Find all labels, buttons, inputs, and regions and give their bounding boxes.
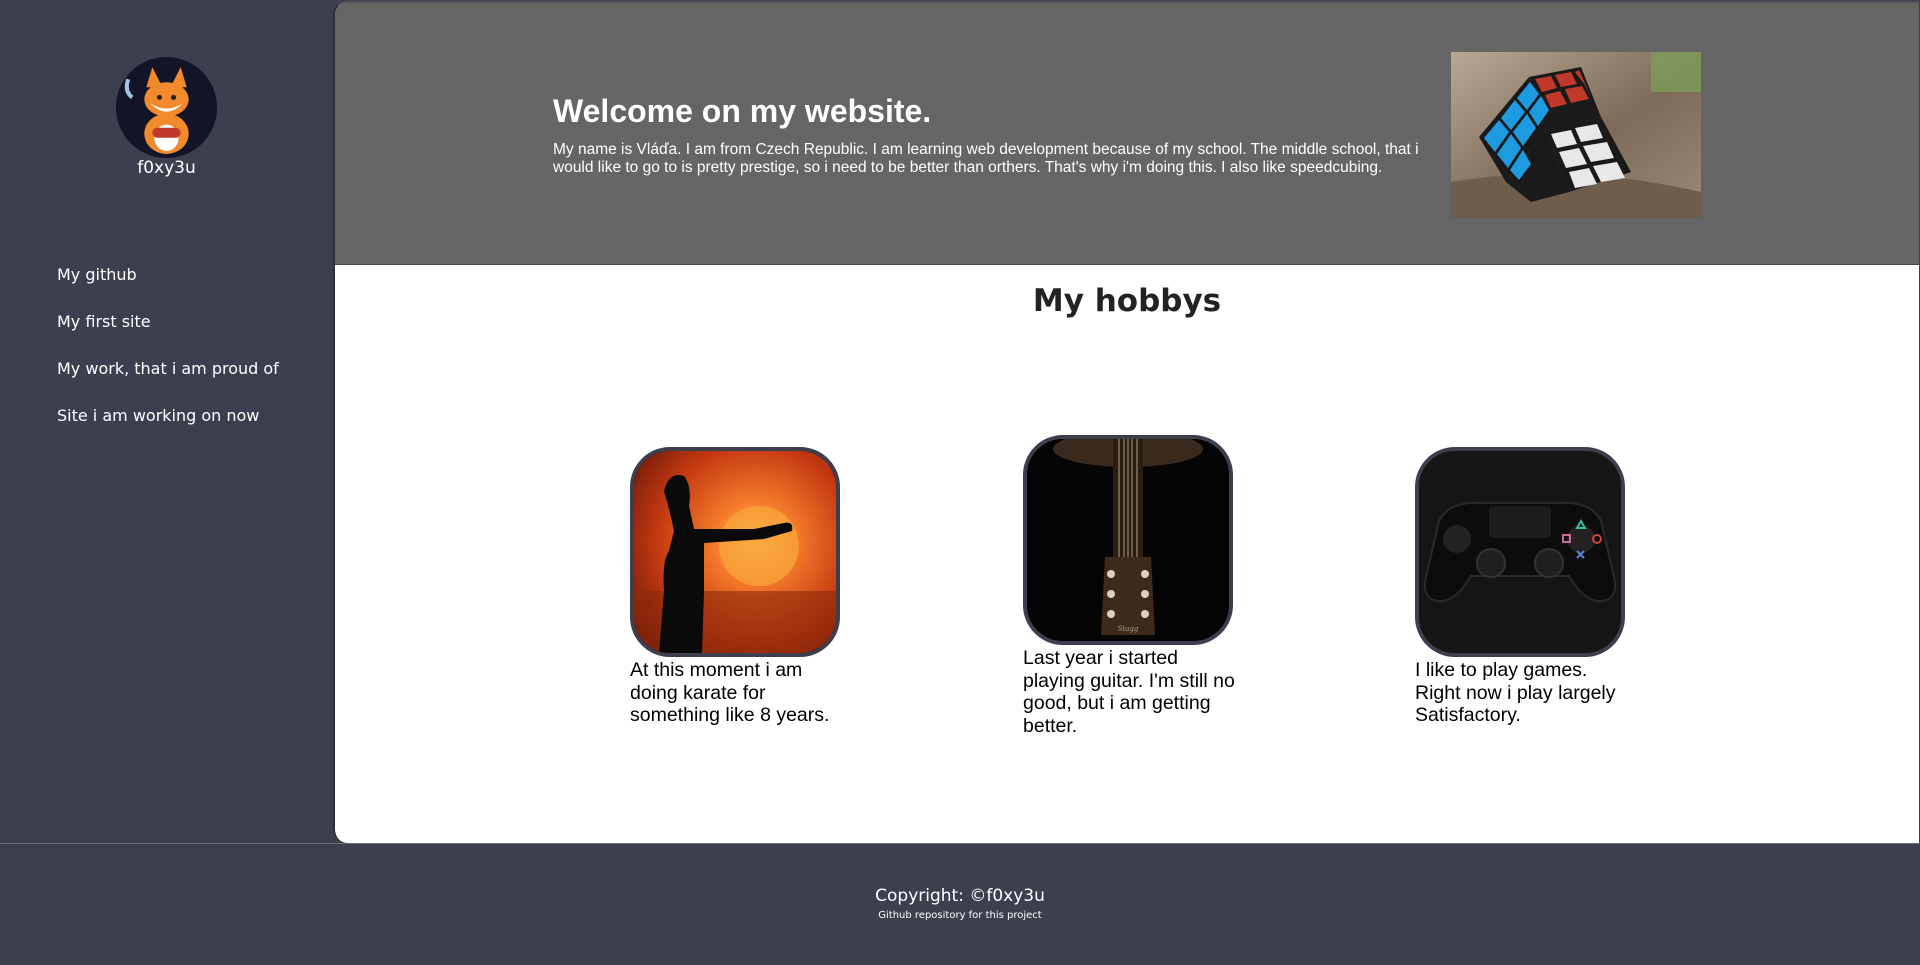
hobby-card-guitar: Stagg Last year i started playing guitar… (1023, 435, 1243, 737)
avatar (116, 57, 217, 158)
welcome-header: Welcome on my website. My name is Vláďa.… (335, 3, 1919, 265)
hobby-caption-karate: At this moment i am doing karate for som… (630, 659, 830, 726)
nav-link-current-site[interactable]: Site i am working on now (57, 406, 279, 426)
fox-avatar-icon (116, 57, 217, 158)
hobby-card-karate: At this moment i am doing karate for som… (630, 447, 850, 727)
gamepad-image (1415, 447, 1625, 657)
hobby-caption-gaming: I like to play games. Right now i play l… (1415, 659, 1616, 726)
guitar-image: Stagg (1023, 435, 1233, 645)
copyright-text: Copyright: ©f0xy3u (875, 886, 1045, 906)
footer: Copyright: ©f0xy3u Github repository for… (0, 844, 1920, 965)
hobby-caption-guitar: Last year i started playing guitar. I'm … (1023, 647, 1235, 737)
svg-text:Stagg: Stagg (1118, 625, 1139, 633)
hobby-card-gaming: I like to play games. Right now i play l… (1415, 447, 1635, 727)
hobbies-title: My hobbys (1032, 283, 1222, 319)
sidebar-nav: My github My first site My work, that i … (57, 265, 279, 453)
nav-link-proud-work[interactable]: My work, that i am proud of (57, 359, 279, 379)
nav-link-first-site[interactable]: My first site (57, 312, 279, 332)
repo-link[interactable]: Github repository for this project (0, 910, 1920, 921)
rubiks-cube-image (1451, 52, 1701, 218)
main-content: Welcome on my website. My name is Vláďa.… (333, 1, 1919, 843)
nav-link-github[interactable]: My github (57, 265, 279, 285)
karate-image (630, 447, 840, 657)
username: f0xy3u (137, 158, 196, 178)
welcome-text: My name is Vláďa. I am from Czech Republ… (553, 141, 1419, 176)
sidebar: f0xy3u My github My first site My work, … (0, 0, 333, 843)
welcome-title: Welcome on my website. (553, 93, 932, 129)
